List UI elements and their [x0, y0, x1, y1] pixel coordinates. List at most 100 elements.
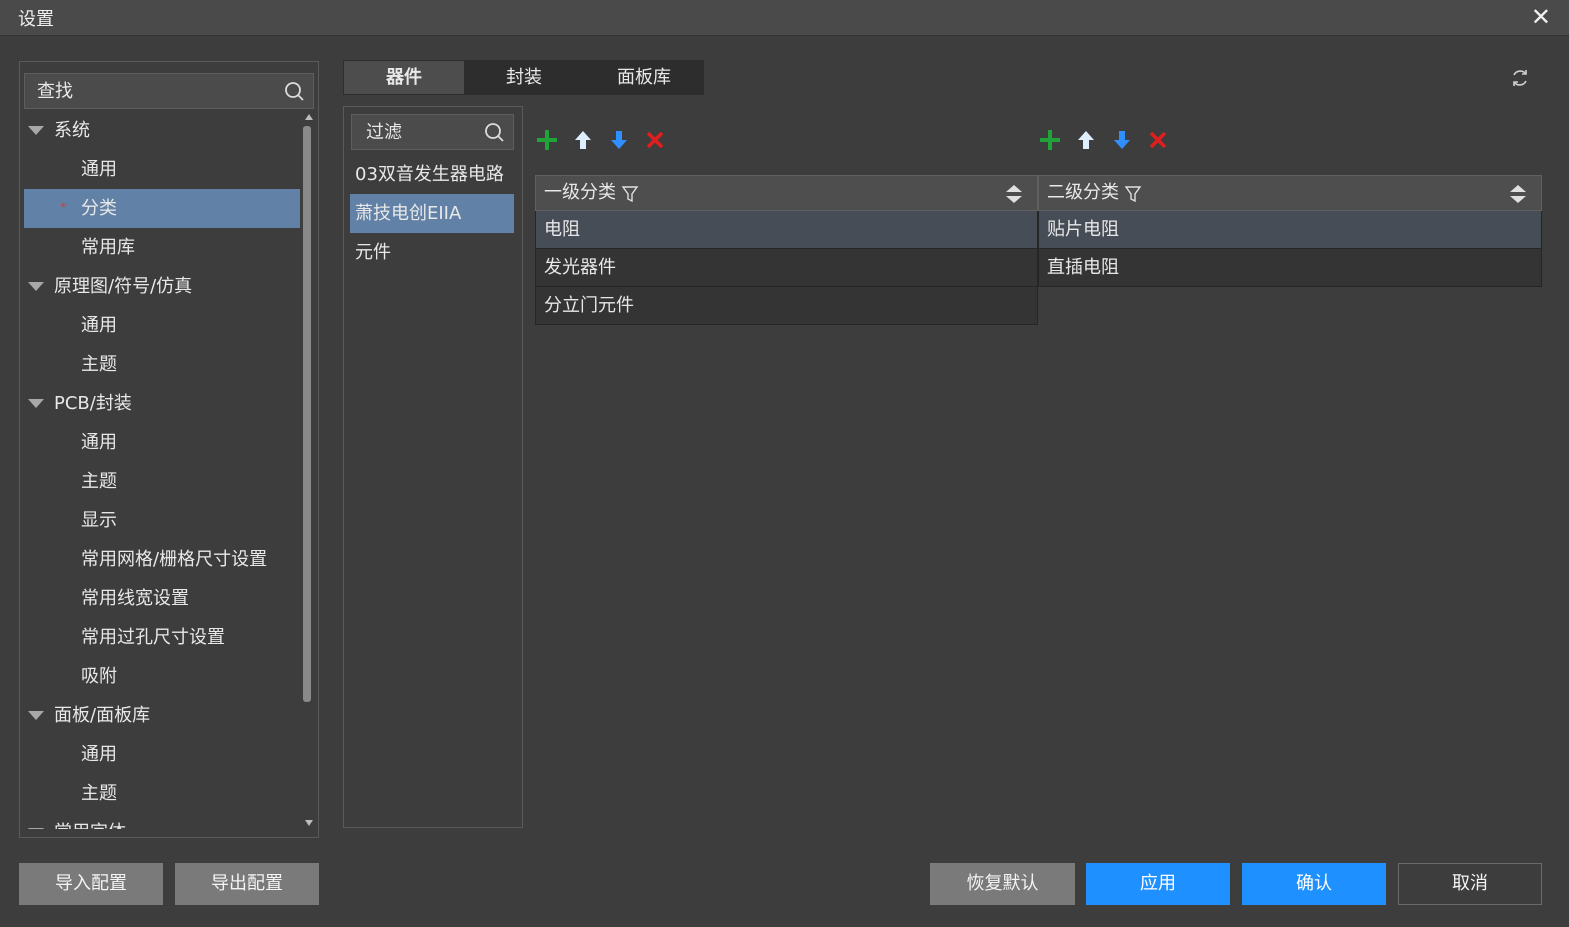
tree-item-label: 主题 — [81, 783, 117, 804]
modified-mark: * — [60, 201, 67, 216]
tree-item[interactable]: 通用 — [24, 150, 300, 189]
tree-group[interactable]: 原理图/符号/仿真 — [24, 267, 300, 306]
tree-group[interactable]: PCB/封装 — [24, 384, 300, 423]
tree-item[interactable]: 吸附 — [24, 657, 300, 696]
tree-item-label: 通用 — [81, 159, 117, 180]
tree-item[interactable]: 显示 — [24, 501, 300, 540]
window-title: 设置 — [18, 9, 54, 30]
tree-item-label: 常用网格/栅格尺寸设置 — [81, 549, 268, 570]
tree-item[interactable]: * 分类 — [24, 189, 300, 228]
search-input[interactable] — [25, 74, 275, 108]
add-icon[interactable] — [535, 127, 559, 153]
tab[interactable]: 封装 — [464, 61, 584, 94]
apply-button[interactable]: 应用 — [1086, 863, 1230, 905]
secondary-category-table: 二级分类 贴片电阻 直插电阻 — [1038, 175, 1542, 287]
scroll-up-arrow-icon[interactable] — [305, 114, 313, 120]
move-up-icon[interactable] — [1074, 127, 1098, 153]
delete-icon[interactable] — [1146, 127, 1170, 153]
table-row[interactable]: 直插电阻 — [1038, 249, 1542, 287]
primary-category-rows: 电阻 发光器件 分立门元件 — [535, 211, 1038, 325]
title-bar: 设置 ✕ — [0, 0, 1569, 36]
close-icon[interactable]: ✕ — [1531, 3, 1551, 31]
tab[interactable]: 器件 — [344, 61, 464, 94]
primary-category-header[interactable]: 一级分类 — [535, 175, 1038, 211]
delete-icon[interactable] — [643, 127, 667, 153]
search-box — [24, 73, 314, 109]
search-icon[interactable] — [283, 80, 305, 102]
column-filter-icon[interactable] — [1124, 184, 1142, 204]
table-row[interactable]: 电阻 — [535, 211, 1038, 249]
tree-group[interactable]: 面板/面板库 — [24, 696, 300, 735]
library-list: 03双音发生器电路 萧技电创EIIA 元件 — [350, 155, 514, 272]
caret-down-icon[interactable] — [28, 282, 44, 291]
tree-item-label: 面板/面板库 — [54, 705, 151, 726]
refresh-icon[interactable] — [1509, 67, 1531, 89]
caret-down-icon[interactable] — [28, 126, 44, 135]
library-filter-panel: 03双音发生器电路萧技电创EIIA元件 — [343, 106, 523, 828]
filter-box — [351, 114, 514, 150]
tree-item[interactable]: 常用过孔尺寸设置 — [24, 618, 300, 657]
tree-item[interactable]: 常用线宽设置 — [24, 579, 300, 618]
tree-item-label: 显示 — [81, 510, 117, 531]
scroll-down-arrow-icon[interactable] — [305, 820, 313, 826]
caret-down-icon[interactable] — [28, 399, 44, 408]
tree-item[interactable]: 主题 — [24, 774, 300, 813]
table-row[interactable]: 发光器件 — [535, 249, 1038, 287]
tree-item[interactable]: 常用网格/栅格尺寸设置 — [24, 540, 300, 579]
tree-item-label: 常用库 — [81, 237, 135, 258]
primary-toolbar — [535, 127, 675, 155]
secondary-toolbar — [1038, 127, 1178, 155]
secondary-category-header-label: 二级分类 — [1047, 182, 1119, 203]
cancel-button[interactable]: 取消 — [1398, 863, 1542, 905]
tree-item-label: 常用过孔尺寸设置 — [81, 627, 225, 648]
tree-item[interactable]: 主题 — [24, 462, 300, 501]
tree-item-label: 系统 — [54, 120, 90, 141]
scrollbar-thumb[interactable] — [303, 126, 311, 702]
library-item[interactable]: 03双音发生器电路 — [350, 155, 514, 194]
tree-item[interactable]: 通用 — [24, 423, 300, 462]
settings-nav-panel: 系统通用*分类常用库原理图/符号/仿真通用主题PCB/封装通用主题显示常用网格/… — [19, 61, 319, 838]
tree-item-label: PCB/封装 — [54, 393, 132, 414]
tree-item[interactable]: 常用库 — [24, 228, 300, 267]
tree-item-label: 主题 — [81, 471, 117, 492]
tree-group[interactable]: 系统 — [24, 111, 300, 150]
move-down-icon[interactable] — [1110, 127, 1134, 153]
table-row[interactable]: 分立门元件 — [535, 287, 1038, 325]
secondary-category-header[interactable]: 二级分类 — [1038, 175, 1542, 211]
caret-down-icon[interactable] — [28, 711, 44, 720]
confirm-button[interactable]: 确认 — [1242, 863, 1386, 905]
sort-icon[interactable] — [1509, 183, 1527, 205]
export-config-button[interactable]: 导出配置 — [175, 863, 319, 905]
import-config-button[interactable]: 导入配置 — [19, 863, 163, 905]
search-icon[interactable] — [483, 121, 505, 143]
primary-category-table: 一级分类 电阻 发光器件 分立门元件 — [535, 175, 1038, 325]
settings-tree: 系统 通用 * 分类 常用库 原理图/符号/仿真 通用 主题 PCB/封装 通用 主题 显示 常用网格/… — [24, 111, 300, 829]
library-item[interactable]: 萧技电创EIIA — [350, 194, 514, 233]
move-down-icon[interactable] — [607, 127, 631, 153]
tree-item-label: 原理图/符号/仿真 — [54, 276, 193, 297]
caret-down-icon[interactable] — [28, 828, 44, 829]
tree-scrollbar[interactable] — [303, 114, 315, 826]
sort-icon[interactable] — [1005, 183, 1023, 205]
tree-item-label: 吸附 — [81, 666, 117, 687]
tree-item[interactable]: 通用 — [24, 306, 300, 345]
column-filter-icon[interactable] — [621, 184, 639, 204]
tree-item[interactable]: 主题 — [24, 345, 300, 384]
library-item[interactable]: 元件 — [350, 233, 514, 272]
restore-defaults-button[interactable]: 恢复默认 — [930, 863, 1075, 905]
tree-item-label: 主题 — [81, 354, 117, 375]
tree-group[interactable]: 常用字体 — [24, 813, 300, 829]
filter-input[interactable] — [352, 115, 480, 149]
tree-item-label: 通用 — [81, 432, 117, 453]
tree-item-label: 通用 — [81, 744, 117, 765]
tree-item[interactable]: 通用 — [24, 735, 300, 774]
tree-item-label: 常用线宽设置 — [81, 588, 189, 609]
tab[interactable]: 面板库 — [584, 61, 704, 94]
table-row[interactable]: 贴片电阻 — [1038, 211, 1542, 249]
tree-item-label: 分类 — [81, 198, 117, 219]
tree-item-label: 常用字体 — [54, 822, 126, 829]
add-icon[interactable] — [1038, 127, 1062, 153]
tree-item-label: 通用 — [81, 315, 117, 336]
move-up-icon[interactable] — [571, 127, 595, 153]
primary-category-header-label: 一级分类 — [544, 182, 616, 203]
